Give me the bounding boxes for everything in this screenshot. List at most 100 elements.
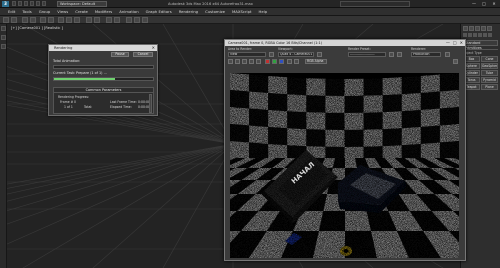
select-by-name-icon[interactable] — [48, 17, 54, 23]
monochrome-icon[interactable] — [294, 59, 299, 64]
scene-explorer-icon[interactable] — [1, 26, 6, 31]
menu-tools[interactable]: Tools — [22, 9, 31, 14]
material-editor-icon[interactable] — [126, 17, 132, 23]
edit-region-icon[interactable] — [269, 52, 274, 57]
green-channel-toggle[interactable] — [272, 59, 277, 64]
menu-edit[interactable]: Edit — [8, 9, 15, 14]
lock-viewport-icon[interactable] — [317, 52, 322, 57]
scale-icon[interactable] — [74, 17, 80, 23]
tube-button[interactable]: Tube — [481, 70, 498, 76]
save-image-icon[interactable] — [228, 59, 233, 64]
current-task-progress-fill — [54, 78, 116, 80]
shapes-icon[interactable] — [468, 33, 472, 37]
red-channel-toggle[interactable] — [265, 59, 270, 64]
elapsed-time-label: Elapsed Time: — [110, 105, 132, 109]
select-object-icon[interactable] — [40, 17, 46, 23]
clone-frame-icon[interactable] — [242, 59, 247, 64]
primitive-category-dropdown[interactable]: Standard Primitives — [463, 40, 498, 50]
blue-channel-toggle[interactable] — [279, 59, 284, 64]
geometry-icon[interactable] — [463, 33, 467, 37]
menu-graph-editors[interactable]: Graph Editors — [146, 9, 172, 14]
workspace-dropdown[interactable]: Workspace: Default — [57, 1, 107, 7]
copy-image-icon[interactable] — [235, 59, 240, 64]
geosphere-button[interactable]: GeoSphere — [481, 63, 498, 69]
app-logo-icon[interactable]: 3 — [2, 1, 9, 7]
render-preset-dropdown[interactable]: ---------------------- — [348, 52, 386, 57]
menu-rendering[interactable]: Rendering — [179, 9, 198, 14]
menu-views[interactable]: Views — [57, 9, 68, 14]
common-parameters-header[interactable]: Common Parameters — [54, 88, 153, 93]
main-toolbar — [0, 16, 500, 24]
cancel-button[interactable]: Cancel — [133, 52, 153, 57]
display-tab-icon[interactable] — [487, 26, 492, 31]
render-setup-icon[interactable] — [389, 52, 394, 57]
new-file-icon[interactable] — [12, 1, 16, 6]
alpha-channel-icon[interactable] — [287, 59, 292, 64]
area-to-render-dropdown[interactable]: View — [228, 52, 266, 57]
angle-snap-icon[interactable] — [94, 17, 100, 23]
pause-button[interactable]: Pause — [111, 52, 129, 57]
align-icon[interactable] — [114, 17, 120, 23]
motion-tab-icon[interactable] — [481, 26, 486, 31]
hierarchy-tab-icon[interactable] — [475, 26, 480, 31]
move-icon[interactable] — [58, 17, 64, 23]
last-frame-time-label: Last Frame Time: — [110, 100, 137, 104]
menu-bar: Edit Tools Group Views Create Modifiers … — [0, 8, 500, 16]
undo-icon[interactable] — [30, 1, 34, 6]
render-setup-icon[interactable] — [134, 17, 140, 23]
layer-explorer-icon[interactable] — [1, 35, 6, 40]
yellow-ring-object — [340, 246, 352, 256]
create-tab-icon[interactable] — [463, 26, 468, 31]
color-swatch-icon[interactable] — [453, 59, 458, 64]
lights-icon[interactable] — [473, 33, 477, 37]
window-controls: — □ ✕ — [470, 1, 498, 7]
spacewarps-icon[interactable] — [488, 33, 492, 37]
undo-tool-icon[interactable] — [3, 17, 9, 23]
rendering-dialog-title-text: Rendering — [54, 46, 73, 50]
command-panel: Standard Primitives Object Type Box Cone… — [460, 24, 500, 268]
object-type-buttons: Box Cone Sphere GeoSphere Cylinder Tube … — [463, 56, 498, 90]
save-file-icon[interactable] — [24, 1, 28, 6]
display-filter-icon[interactable] — [1, 44, 6, 49]
menu-group[interactable]: Group — [39, 9, 51, 14]
render-button-icon[interactable] — [445, 52, 450, 57]
create-category-icons — [461, 31, 500, 39]
plane-button[interactable]: Plane — [481, 84, 498, 90]
close-button[interactable]: ✕ — [490, 1, 498, 7]
total-animation-label: Total Animation: — [53, 59, 81, 63]
modify-tab-icon[interactable] — [469, 26, 474, 31]
viewport-label[interactable]: [+] [Camera001 ] [Realistic ] — [11, 26, 63, 30]
common-parameters-panel: Common Parameters Rendering Progress: Fr… — [53, 87, 154, 114]
search-input[interactable] — [340, 1, 410, 7]
viewport-dropdown[interactable]: Quad 4 - Camera001 — [278, 52, 314, 57]
params-scrollbar[interactable] — [149, 94, 152, 113]
mirror-icon[interactable] — [106, 17, 112, 23]
clear-image-icon[interactable] — [256, 59, 261, 64]
menu-help[interactable]: Help — [259, 9, 268, 14]
print-image-icon[interactable] — [249, 59, 254, 64]
redo-icon[interactable] — [36, 1, 40, 6]
link-icon[interactable] — [22, 17, 28, 23]
helpers-icon[interactable] — [483, 33, 487, 37]
cameras-icon[interactable] — [478, 33, 482, 37]
minimize-button[interactable]: — — [470, 1, 478, 7]
environment-icon[interactable] — [397, 52, 402, 57]
redo-tool-icon[interactable] — [11, 17, 17, 23]
open-file-icon[interactable] — [18, 1, 22, 6]
unlink-icon[interactable] — [30, 17, 36, 23]
snap-icon[interactable] — [86, 17, 92, 23]
menu-modifiers[interactable]: Modifiers — [95, 9, 112, 14]
menu-customize[interactable]: Customize — [205, 9, 225, 14]
cone-button[interactable]: Cone — [481, 56, 498, 62]
rendered-image[interactable]: НАЧАЛ — [230, 73, 459, 258]
pyramid-button[interactable]: Pyramid — [481, 77, 498, 83]
project-folder-icon[interactable] — [42, 1, 46, 6]
menu-animation[interactable]: Animation — [119, 9, 138, 14]
maximize-button[interactable]: □ — [480, 1, 488, 7]
rotate-icon[interactable] — [66, 17, 72, 23]
render-icon[interactable] — [142, 17, 148, 23]
channel-display-dropdown[interactable]: RGB Alpha — [305, 59, 327, 64]
renderer-dropdown[interactable]: Production — [411, 52, 441, 57]
menu-maxscript[interactable]: MAXScript — [232, 9, 252, 14]
menu-create[interactable]: Create — [75, 9, 88, 14]
